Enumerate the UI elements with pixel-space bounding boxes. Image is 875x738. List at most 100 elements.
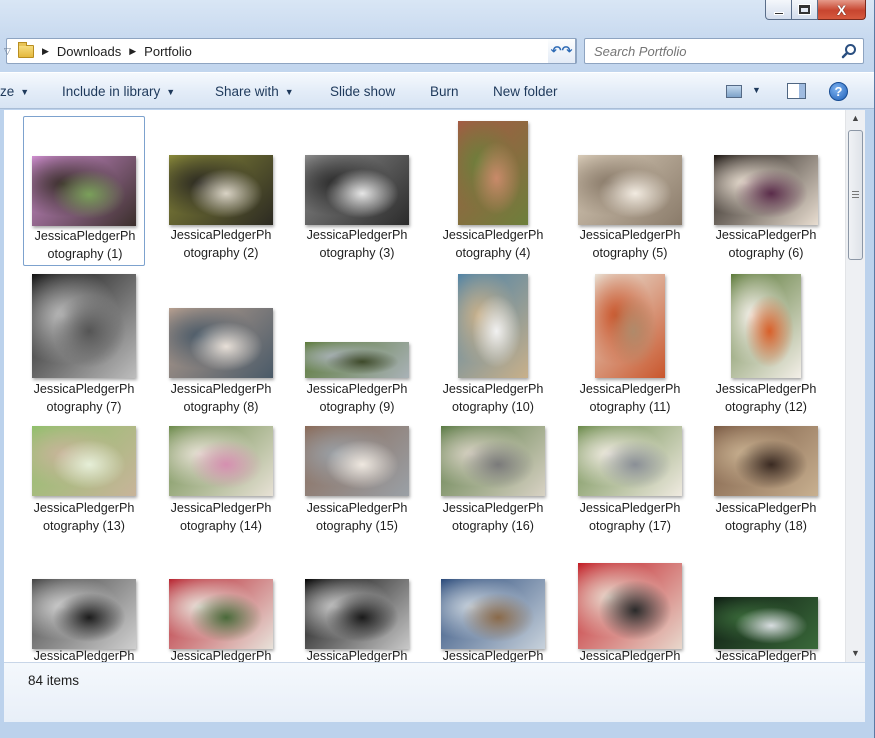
file-item[interactable]: JessicaPledgerPh otography (18) [705, 416, 827, 566]
file-item[interactable]: JessicaPledgerPh otography (6) [705, 116, 827, 266]
photo-thumbnail[interactable] [714, 155, 818, 225]
breadcrumb-arrow-icon[interactable]: ▶ [129, 46, 136, 57]
file-name-line1: JessicaPledgerPh [442, 649, 544, 662]
photo-thumbnail[interactable] [305, 426, 409, 496]
close-button[interactable]: X [818, 0, 866, 20]
preview-pane-icon[interactable] [787, 83, 806, 99]
photo-thumbnail[interactable] [305, 155, 409, 225]
file-item[interactable]: JessicaPledgerPh otography (7) [23, 270, 145, 420]
share-with-button[interactable]: Share with ▼ [215, 73, 294, 110]
breadcrumb-portfolio[interactable]: Portfolio [144, 44, 192, 59]
include-in-library-button[interactable]: Include in library ▼ [62, 73, 175, 110]
refresh-button[interactable]: ↶↷ [548, 38, 576, 64]
photo-thumbnail[interactable] [305, 342, 409, 378]
file-list-pane[interactable]: JessicaPledgerPh otography (1) JessicaPled… [4, 110, 865, 662]
vertical-scrollbar[interactable]: ▲ ▼ [845, 110, 865, 662]
search-input[interactable] [594, 43, 834, 59]
view-options-chevron-icon[interactable]: ▼ [752, 85, 761, 95]
file-item[interactable]: JessicaPledgerPh otography (10) [432, 270, 554, 420]
thumbnail-grid: JessicaPledgerPh otography (1) JessicaPled… [4, 110, 844, 662]
photo-thumbnail[interactable] [32, 579, 136, 649]
scroll-up-icon[interactable]: ▲ [846, 110, 865, 127]
breadcrumb-downloads[interactable]: Downloads [57, 44, 121, 59]
file-name-line1: JessicaPledgerPh [715, 501, 817, 515]
photo-thumbnail[interactable] [32, 274, 136, 378]
file-item[interactable]: JessicaPledgerPh otography (9) [296, 270, 418, 420]
help-icon[interactable]: ? [829, 82, 848, 101]
file-item[interactable]: JessicaPledgerPh [705, 555, 827, 662]
close-icon: X [836, 1, 847, 18]
photo-thumbnail[interactable] [458, 121, 528, 225]
minimize-button[interactable] [765, 0, 792, 20]
file-item[interactable]: JessicaPledgerPh otography (16) [432, 416, 554, 566]
file-item[interactable]: JessicaPledgerPh otography (12) [705, 270, 827, 420]
file-name: JessicaPledgerPh otography (12) [705, 380, 827, 416]
file-name-line1: JessicaPledgerPh [33, 649, 135, 662]
photo-thumbnail[interactable] [305, 579, 409, 649]
search-box[interactable] [584, 38, 864, 64]
file-name-line1: JessicaPledgerPh [306, 228, 408, 242]
file-name-line2: otography (3) [319, 246, 395, 260]
file-item[interactable]: JessicaPledgerPh [569, 555, 691, 662]
history-dropdown-icon[interactable]: ▽ [4, 46, 14, 57]
photo-thumbnail[interactable] [458, 274, 528, 378]
change-view-icon[interactable] [726, 85, 742, 98]
scrollbar-thumb[interactable] [848, 130, 863, 260]
file-name: JessicaPledgerPh otography (1) [24, 227, 146, 263]
slide-show-button[interactable]: Slide show [330, 73, 395, 110]
photo-thumbnail[interactable] [441, 426, 545, 496]
file-item[interactable]: JessicaPledgerPh otography (17) [569, 416, 691, 566]
file-item[interactable]: JessicaPledgerPh otography (14) [160, 416, 282, 566]
file-item[interactable]: JessicaPledgerPh otography (5) [569, 116, 691, 266]
file-item[interactable]: JessicaPledgerPh [160, 555, 282, 662]
scroll-down-icon[interactable]: ▼ [846, 645, 865, 662]
file-name-line2: otography (4) [455, 246, 531, 260]
file-item[interactable]: JessicaPledgerPh [432, 555, 554, 662]
file-item[interactable]: JessicaPledgerPh otography (1) [23, 116, 145, 266]
photo-thumbnail[interactable] [714, 597, 818, 649]
file-item[interactable]: JessicaPledgerPh otography (2) [160, 116, 282, 266]
photo-thumbnail[interactable] [595, 274, 665, 378]
new-folder-button[interactable]: New folder [493, 73, 558, 110]
help-glyph: ? [834, 84, 843, 99]
file-name: JessicaPledgerPh [569, 647, 691, 662]
new-folder-label: New folder [493, 84, 558, 99]
photo-thumbnail[interactable] [731, 274, 801, 378]
file-name-line1: JessicaPledgerPh [579, 228, 681, 242]
burn-button[interactable]: Burn [430, 73, 459, 110]
burn-label: Burn [430, 84, 459, 99]
photo-thumbnail[interactable] [578, 563, 682, 649]
file-item[interactable]: JessicaPledgerPh otography (15) [296, 416, 418, 566]
photo-thumbnail[interactable] [578, 426, 682, 496]
maximize-button[interactable] [792, 0, 818, 20]
chevron-down-icon: ▼ [284, 86, 294, 97]
file-item[interactable]: JessicaPledgerPh [23, 555, 145, 662]
file-name-line1: JessicaPledgerPh [715, 228, 817, 242]
photo-thumbnail[interactable] [169, 308, 273, 378]
breadcrumb-arrow-icon[interactable]: ▶ [42, 46, 49, 57]
file-name-line2: otography (17) [589, 519, 671, 533]
photo-thumbnail[interactable] [32, 156, 136, 226]
file-name: JessicaPledgerPh otography (10) [432, 380, 554, 416]
file-name-line1: JessicaPledgerPh [170, 649, 272, 662]
file-item[interactable]: JessicaPledgerPh otography (3) [296, 116, 418, 266]
file-name: JessicaPledgerPh [160, 647, 282, 662]
file-item[interactable]: JessicaPledgerPh otography (11) [569, 270, 691, 420]
file-item[interactable]: JessicaPledgerPh otography (13) [23, 416, 145, 566]
file-name: JessicaPledgerPh [296, 647, 418, 662]
photo-thumbnail[interactable] [169, 579, 273, 649]
photo-thumbnail[interactable] [169, 155, 273, 225]
search-icon[interactable] [841, 43, 857, 59]
include-in-library-label: Include in library [62, 84, 161, 99]
photo-thumbnail[interactable] [441, 579, 545, 649]
photo-thumbnail[interactable] [714, 426, 818, 496]
organize-button[interactable]: ze ▼ [0, 73, 29, 110]
file-item[interactable]: JessicaPledgerPh otography (8) [160, 270, 282, 420]
file-name-line1: JessicaPledgerPh [170, 501, 272, 515]
file-item[interactable]: JessicaPledgerPh [296, 555, 418, 662]
photo-thumbnail[interactable] [578, 155, 682, 225]
photo-thumbnail[interactable] [169, 426, 273, 496]
file-item[interactable]: JessicaPledgerPh otography (4) [432, 116, 554, 266]
photo-thumbnail[interactable] [32, 426, 136, 496]
address-bar[interactable]: ▽ ▶ Downloads ▶ Portfolio ▼ [4, 38, 577, 64]
